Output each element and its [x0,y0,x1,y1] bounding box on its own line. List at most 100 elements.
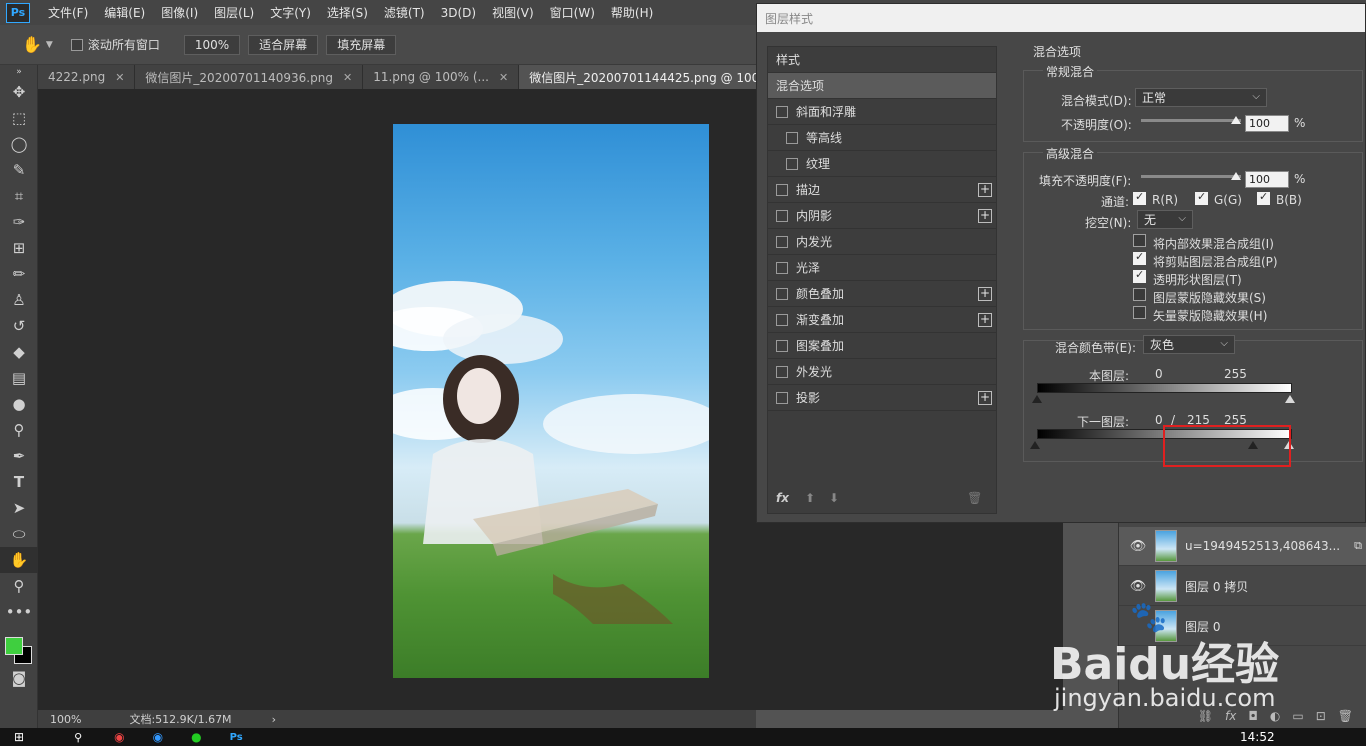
style-item[interactable]: 等高线 [768,125,996,151]
fill-opacity-input[interactable]: 100 [1245,171,1289,188]
style-checkbox[interactable] [776,391,788,404]
menu-layer[interactable]: 图层(L) [206,4,262,21]
scroll-all-windows-option[interactable]: 滚动所有窗口 [70,36,160,53]
move-tool-icon[interactable]: ✥ [0,79,38,105]
style-item[interactable]: 内阴影 + [768,203,996,229]
quick-select-tool-icon[interactable]: ✎ [0,157,38,183]
photoshop-taskbar-icon[interactable]: Ps [230,732,243,743]
style-checkbox[interactable] [776,313,788,326]
blend-options-item[interactable]: 混合选项 [768,73,996,99]
crop-tool-icon[interactable]: ⌗ [0,183,38,209]
windows-start-icon[interactable]: ⊞ [14,730,24,744]
style-item[interactable]: 光泽 [768,255,996,281]
ellipse-tool-icon[interactable]: ⬭ [0,521,38,547]
style-item[interactable]: 纹理 [768,151,996,177]
path-select-tool-icon[interactable]: ➤ [0,495,38,521]
this-layer-black-handle[interactable] [1032,395,1042,403]
collapse-icon[interactable]: » [0,65,38,79]
style-checkbox[interactable] [776,287,788,300]
stamp-tool-icon[interactable]: ♙ [0,287,38,313]
blur-tool-icon[interactable]: ● [0,391,38,417]
blend-if-select[interactable]: 灰色 ⌵ [1143,335,1235,354]
underlying-black-handle[interactable] [1030,441,1040,449]
style-checkbox[interactable] [776,339,788,352]
chrome-icon[interactable]: ◉ [114,730,124,744]
add-effect-icon[interactable]: + [978,313,992,327]
style-item[interactable]: 图案叠加 [768,333,996,359]
fx-icon[interactable]: fx [776,491,789,505]
opacity-input[interactable]: 100 [1245,115,1289,132]
menu-image[interactable]: 图像(I) [153,4,206,21]
eraser-tool-icon[interactable]: ◆ [0,339,38,365]
style-item[interactable]: 颜色叠加 + [768,281,996,307]
style-checkbox[interactable] [776,209,788,222]
trash-icon[interactable]: 🗑 [967,491,982,505]
quick-mask-icon[interactable]: ◙ [0,665,38,691]
vector-mask-hides-checkbox[interactable] [1133,306,1146,319]
menu-3d[interactable]: 3D(D) [433,6,484,20]
this-layer-white-handle[interactable] [1285,395,1295,403]
menu-type[interactable]: 文字(Y) [262,4,319,21]
healing-tool-icon[interactable]: ⊞ [0,235,38,261]
eyedropper-tool-icon[interactable]: ✑ [0,209,38,235]
wechat-icon[interactable]: ● [191,730,201,744]
lasso-tool-icon[interactable]: ◯ [0,131,38,157]
styles-header[interactable]: 样式 [768,47,996,73]
dodge-tool-icon[interactable]: ⚲ [0,417,38,443]
channel-b-checkbox[interactable] [1257,190,1270,205]
style-item[interactable]: 投影 + [768,385,996,411]
scroll-all-checkbox[interactable] [70,38,83,51]
layer-row[interactable]: 👁 u=1949452513,408643... ⧉ [1119,527,1366,566]
foreground-color-swatch[interactable] [5,637,23,655]
menu-window[interactable]: 窗口(W) [542,4,603,21]
menu-help[interactable]: 帮助(H) [603,4,661,21]
blend-clipped-checkbox[interactable] [1133,250,1146,265]
add-effect-icon[interactable]: + [978,209,992,223]
arrow-down-icon[interactable]: ⬇ [829,491,839,505]
eye-icon[interactable]: 👁 [1127,579,1149,594]
style-item[interactable]: 渐变叠加 + [768,307,996,333]
zoom-100-button[interactable]: 100% [183,34,241,55]
blend-interior-checkbox[interactable] [1133,234,1146,247]
style-item[interactable]: 描边 + [768,177,996,203]
close-icon[interactable]: ✕ [343,71,352,84]
fit-screen-button[interactable]: 适合屏幕 [248,34,319,55]
style-item[interactable]: 斜面和浮雕 [768,99,996,125]
style-checkbox[interactable] [776,261,788,274]
style-item[interactable]: 外发光 [768,359,996,385]
type-tool-icon[interactable]: T [0,469,38,495]
fill-screen-button[interactable]: 填充屏幕 [326,34,397,55]
chevron-right-icon[interactable]: › [272,713,276,726]
close-icon[interactable]: ✕ [115,71,124,84]
knockout-select[interactable]: 无 ⌵ [1137,210,1193,229]
tab-document[interactable]: 11.png @ 100% (... ✕ [363,65,520,89]
brush-tool-icon[interactable]: ✏ [0,261,38,287]
fill-opacity-slider[interactable] [1141,175,1241,178]
style-checkbox[interactable] [776,235,788,248]
search-icon[interactable]: ⚲ [74,731,82,744]
style-checkbox[interactable] [786,131,798,144]
add-effect-icon[interactable]: + [978,287,992,301]
menu-edit[interactable]: 编辑(E) [96,4,153,21]
color-swatches[interactable] [0,625,37,665]
gradient-tool-icon[interactable]: ▤ [0,365,38,391]
style-checkbox[interactable] [776,105,788,118]
style-checkbox[interactable] [776,365,788,378]
channel-g-checkbox[interactable] [1195,190,1208,205]
zoom-tool-icon[interactable]: ⚲ [0,573,38,599]
browser-icon[interactable]: ◉ [153,730,163,744]
hand-tool-icon[interactable]: ✋ [0,547,38,573]
blend-mode-select[interactable]: 正常 ⌵ [1135,88,1267,107]
pen-tool-icon[interactable]: ✒ [0,443,38,469]
add-effect-icon[interactable]: + [978,183,992,197]
history-brush-tool-icon[interactable]: ↺ [0,313,38,339]
eye-icon[interactable]: 👁 [1127,539,1149,554]
menu-file[interactable]: 文件(F) [40,4,96,21]
document-image[interactable] [393,124,709,678]
close-icon[interactable]: ✕ [499,71,508,84]
opacity-slider-thumb[interactable] [1231,116,1241,124]
opacity-slider[interactable] [1141,119,1241,122]
more-tools-icon[interactable]: ••• [0,599,38,625]
menu-filter[interactable]: 滤镜(T) [376,4,433,21]
zoom-level[interactable]: 100% [50,713,81,726]
